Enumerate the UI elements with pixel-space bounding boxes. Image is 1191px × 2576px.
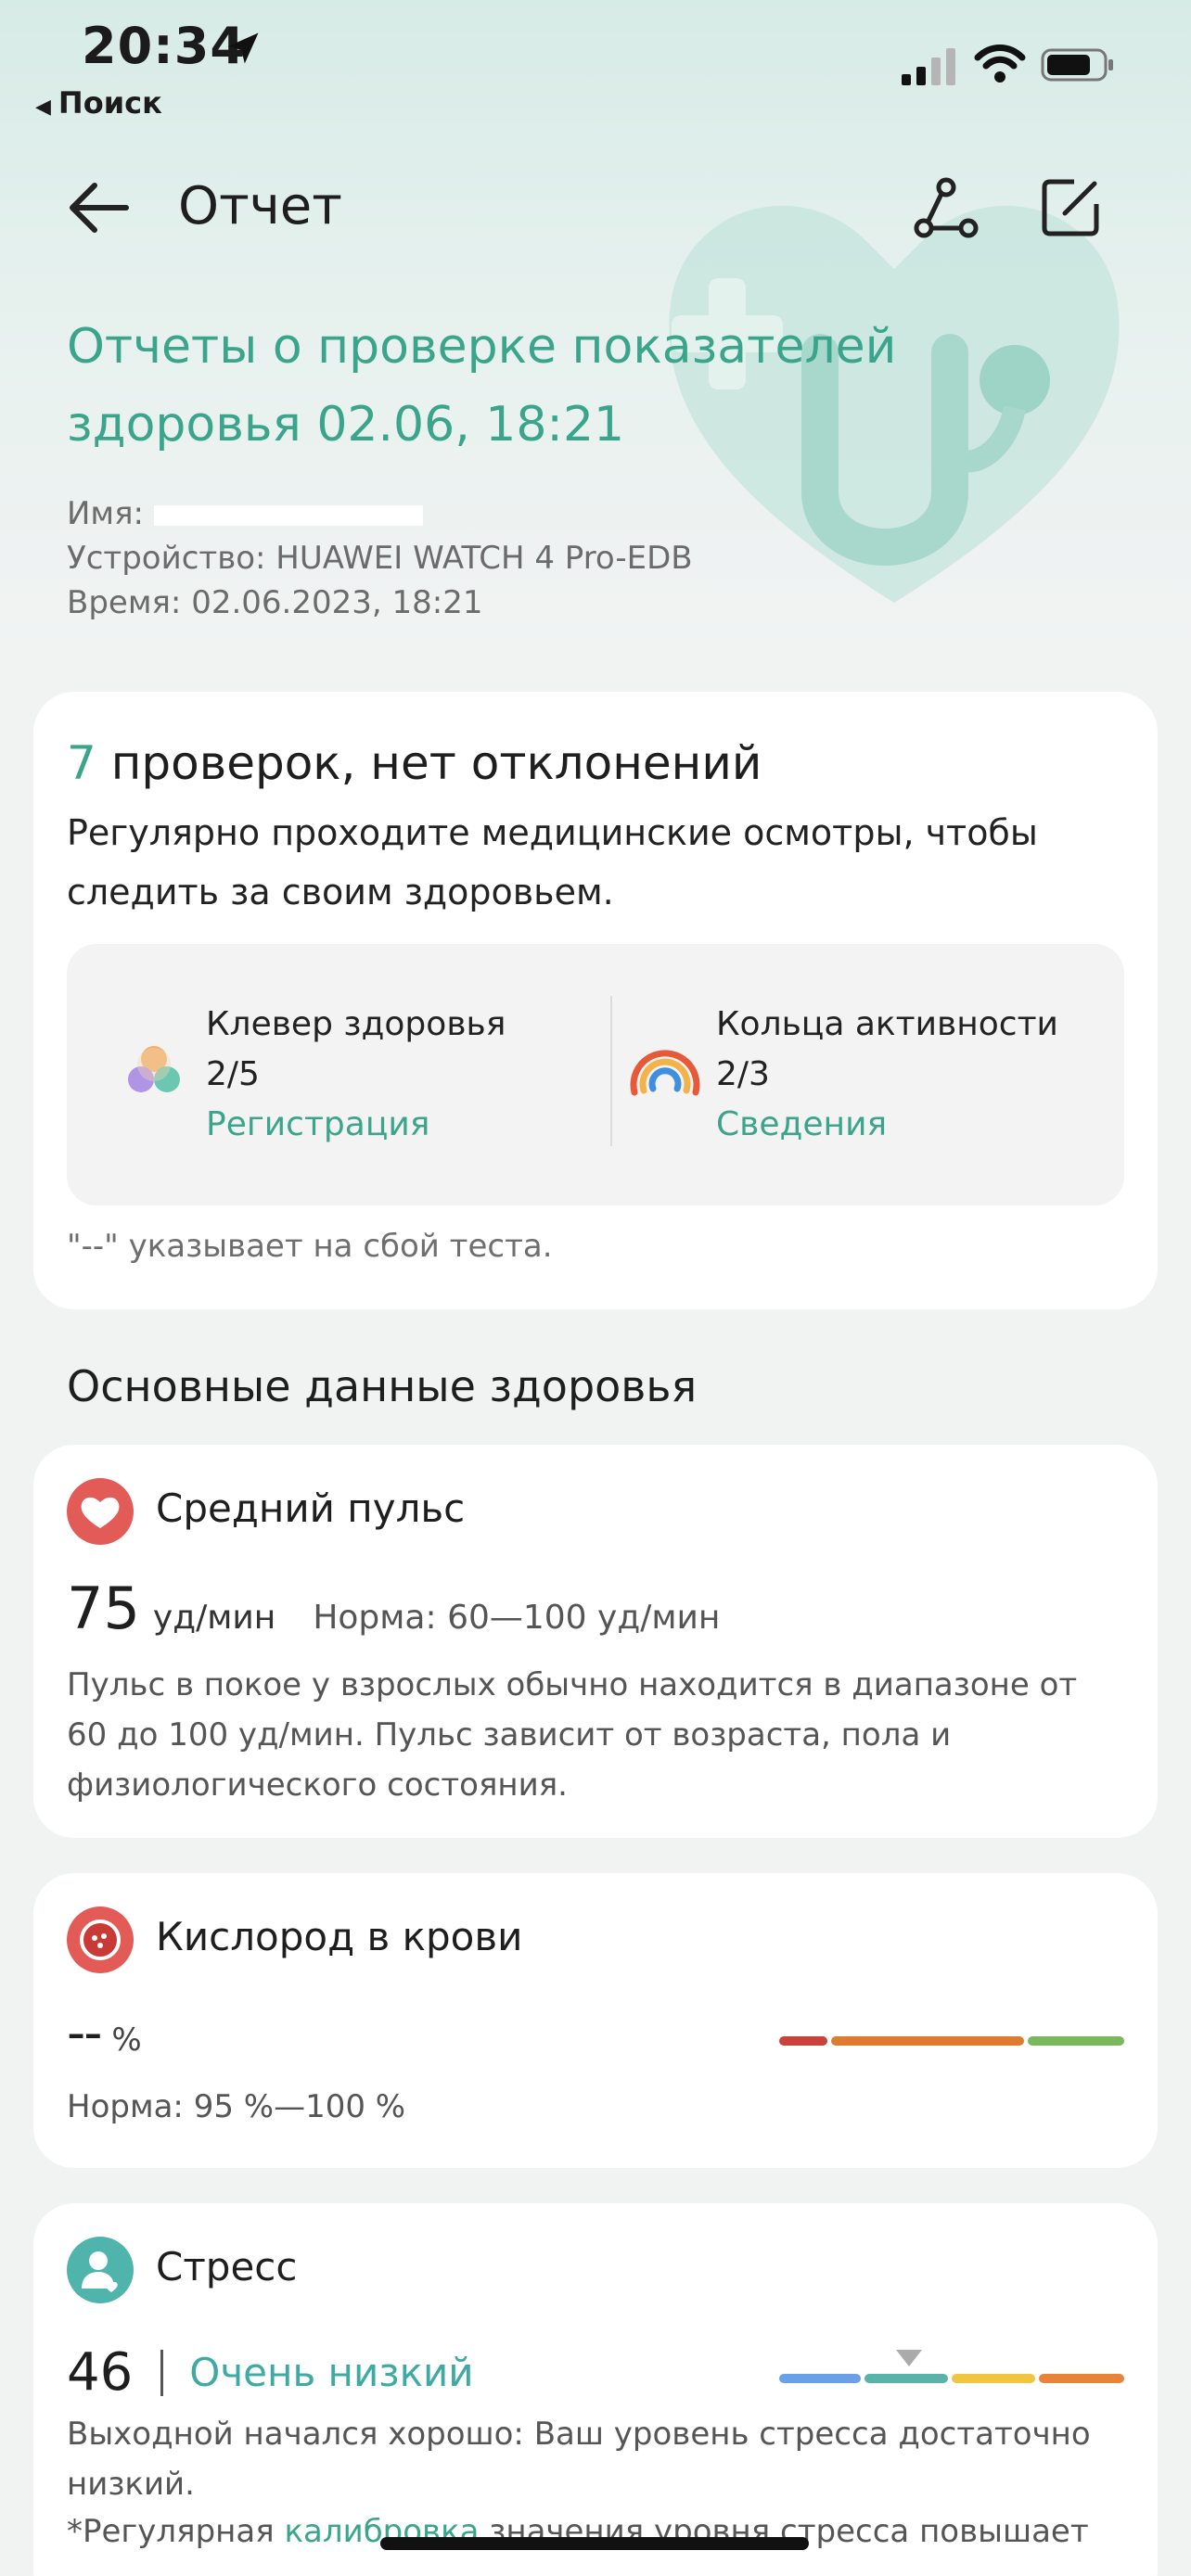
pulse-norm: Норма: 60—100 уд/мин xyxy=(313,1599,721,1637)
device-row: Устройство: HUAWEI WATCH 4 Pro-EDB xyxy=(67,540,693,577)
name-label: Имя: xyxy=(67,495,144,532)
oxygen-scale-orange xyxy=(831,2036,1024,2046)
clover-register-link[interactable]: Регистрация xyxy=(206,1100,506,1150)
oxygen-unit: % xyxy=(111,2021,142,2059)
oxygen-scale-red xyxy=(779,2036,827,2046)
clover-item[interactable]: Клевер здоровья 2/5 Регистрация xyxy=(206,1000,506,1150)
summary-headline-text: проверок, нет отклонений xyxy=(110,736,762,790)
back-to-app-link[interactable]: ◀ Поиск xyxy=(35,85,162,121)
oxygen-card[interactable]: Кислород в крови --% Норма: 95 %—100 % xyxy=(33,1873,1158,2168)
rings-value: 2/3 xyxy=(716,1055,770,1093)
stress-separator xyxy=(160,2349,164,2396)
name-row: Имя: xyxy=(67,491,693,536)
stress-value-row: 46 Очень низкий xyxy=(67,2342,474,2403)
time-row: Время: 02.06.2023, 18:21 xyxy=(67,584,483,621)
page-title: Отчет xyxy=(178,176,342,236)
stress-scale-marker xyxy=(896,2350,922,2366)
report-meta: Имя: Устройство: HUAWEI WATCH 4 Pro-EDB … xyxy=(67,491,693,625)
summary-headline: 7 проверок, нет отклонений xyxy=(67,736,762,790)
oxygen-value: -- xyxy=(67,2003,102,2063)
edit-icon[interactable] xyxy=(1037,174,1104,241)
report-title: Отчеты о проверке показателей здоровья 0… xyxy=(67,319,897,453)
stress-title: Стресс xyxy=(156,2244,298,2289)
rings-label: Кольца активности xyxy=(716,1005,1058,1043)
battery-icon xyxy=(1041,48,1113,82)
status-bar: 20:34 ◀ Поиск xyxy=(0,0,1191,130)
pulse-card[interactable]: Средний пульс 75 уд/мин Норма: 60—100 уд/м… xyxy=(33,1445,1158,1838)
oxygen-value-row: --% xyxy=(67,2003,142,2063)
clock: 20:34 xyxy=(82,17,246,75)
stress-scale-orange xyxy=(1039,2374,1124,2383)
wifi-icon xyxy=(974,45,1026,83)
signal-icon xyxy=(902,48,955,85)
clover-icon xyxy=(128,1046,180,1092)
clover-value: 2/5 xyxy=(206,1055,260,1093)
back-triangle-icon: ◀ xyxy=(35,96,51,119)
rings-item[interactable]: Кольца активности 2/3 Сведения xyxy=(716,1000,1058,1150)
summary-description: Регулярно проходите медицинские осмотры,… xyxy=(67,812,1038,912)
failure-note: "--" указывает на сбой теста. xyxy=(67,1228,553,1265)
stress-scale-blue xyxy=(779,2374,861,2383)
activity-rings-icon xyxy=(630,1050,700,1096)
oxygen-scale-green xyxy=(1028,2036,1124,2046)
pulse-value: 75 xyxy=(67,1575,140,1642)
oxygen-title: Кислород в крови xyxy=(156,1914,523,1959)
stress-scale-teal xyxy=(864,2374,948,2383)
heart-icon xyxy=(67,1478,134,1545)
back-app-label: Поиск xyxy=(58,85,162,121)
pulse-value-row: 75 уд/мин Норма: 60—100 уд/мин xyxy=(67,1575,720,1642)
stress-scale-yellow xyxy=(952,2374,1035,2383)
pulse-description: Пульс в покое у взрослых обычно находитс… xyxy=(67,1666,1078,1804)
summary-inner-box: Клевер здоровья 2/5 Регистрация Кольца а… xyxy=(67,944,1124,1205)
back-arrow-icon[interactable] xyxy=(65,180,132,236)
section-title: Основные данные здоровья xyxy=(67,1361,698,1411)
stress-person-icon xyxy=(67,2237,134,2303)
home-indicator[interactable] xyxy=(380,2537,809,2550)
oxygen-norm: Норма: 95 %—100 % xyxy=(67,2088,406,2125)
pulse-unit: уд/мин xyxy=(152,1599,276,1637)
calib-prefix: *Регулярная xyxy=(67,2513,285,2550)
check-count: 7 xyxy=(67,736,96,790)
divider xyxy=(610,996,612,1146)
stress-value: 46 xyxy=(67,2342,134,2403)
stress-description: Выходной начался хорошо: Ваш уровень стр… xyxy=(67,2416,1091,2503)
summary-card: 7 проверок, нет отклонений Регулярно про… xyxy=(33,692,1158,1309)
redacted-name xyxy=(153,504,423,526)
pulse-title: Средний пульс xyxy=(156,1486,466,1531)
share-icon[interactable] xyxy=(913,174,980,241)
location-arrow-icon xyxy=(227,32,259,64)
navigation-bar: Отчет xyxy=(0,167,1191,250)
rings-details-link[interactable]: Сведения xyxy=(716,1100,1058,1150)
clover-label: Клевер здоровья xyxy=(206,1005,506,1043)
stress-card[interactable]: Стресс 46 Очень низкий Выходной начался … xyxy=(33,2203,1158,2576)
blood-oxygen-icon xyxy=(67,1906,134,1973)
stress-level: Очень низкий xyxy=(189,2350,474,2395)
